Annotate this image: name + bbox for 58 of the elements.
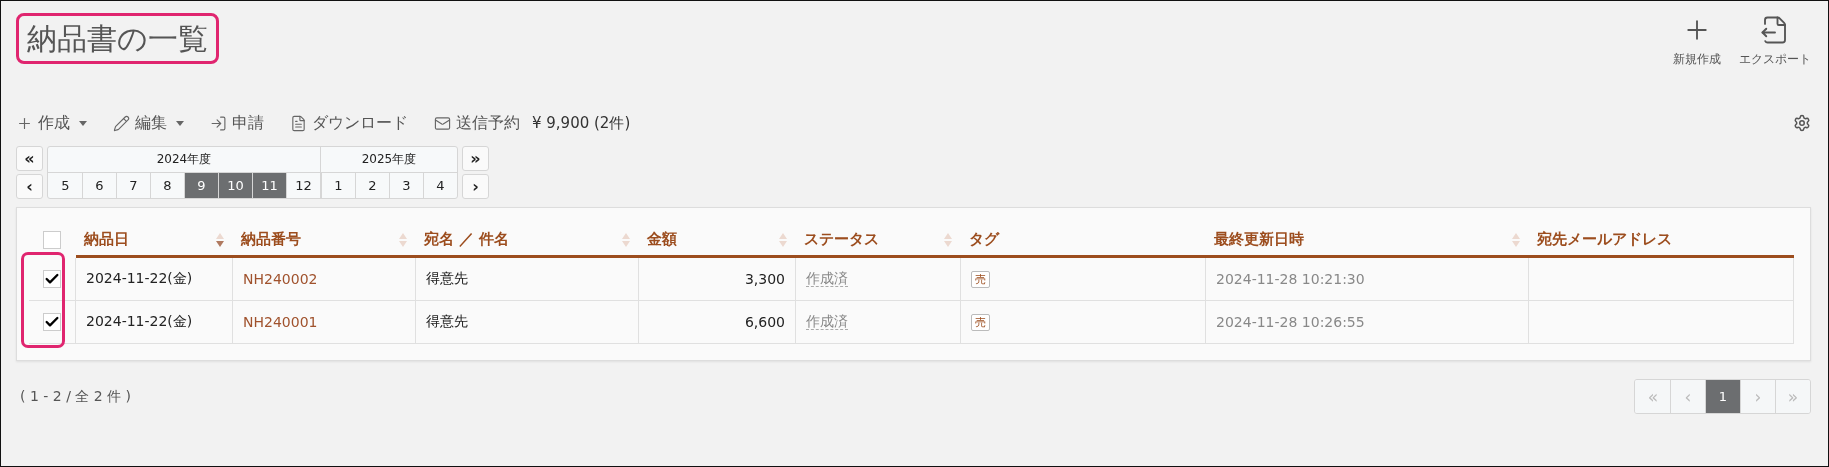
status-text: 作成済 [806, 270, 848, 287]
first-year-button[interactable]: « [16, 146, 43, 171]
page-button[interactable]: 1 [1705, 380, 1740, 413]
pencil-icon [113, 114, 130, 132]
next-month-button[interactable]: › [462, 174, 489, 199]
prev-month-button[interactable]: ‹ [16, 174, 43, 199]
table-cell: 2024-11-28 10:21:30 [1205, 256, 1529, 301]
table-cell: 6,600 [638, 300, 796, 344]
month-button[interactable]: 12 [286, 173, 320, 198]
column-header: 金額 [646, 230, 677, 249]
new-button[interactable]: 新規作成 [1673, 15, 1721, 68]
column-header: 納品日 [83, 230, 129, 249]
month-button[interactable]: 10 [218, 173, 252, 198]
last-year-button[interactable]: » [462, 146, 489, 171]
mail-icon [434, 114, 451, 132]
toolbar-button[interactable]: 申請 [210, 112, 264, 134]
page-title: 納品書の一覧 [16, 13, 219, 64]
table-cell: 得意先 [415, 300, 639, 344]
document-link[interactable]: NH240001 [232, 300, 416, 344]
year-label: 2025年度 [321, 147, 457, 173]
row-checkbox[interactable] [43, 270, 61, 288]
select-all-checkbox[interactable] [43, 230, 62, 249]
month-button[interactable]: 11 [252, 173, 286, 198]
table-cell: 3,300 [638, 256, 796, 301]
total-amount: ¥ 9,900 (2件) [532, 113, 631, 133]
record-count: ( 1 - 2 / 全 2 件 ) [19, 387, 131, 406]
table-cell: 2024-11-22(金) [75, 300, 233, 344]
status-text: 作成済 [806, 313, 848, 330]
toolbar-button[interactable]: 送信予約 [434, 112, 520, 134]
column-header: 宛先メールアドレス [1536, 230, 1672, 249]
month-button[interactable]: 7 [116, 173, 150, 198]
column-header: 宛名 ／ 件名 [423, 230, 509, 249]
column-header: ステータス [803, 230, 879, 249]
column-header: タグ [968, 230, 999, 249]
month-button[interactable]: 3 [389, 173, 423, 198]
tag-label: 売 [971, 271, 990, 288]
month-button[interactable]: 1 [321, 173, 355, 198]
table-cell: 得意先 [415, 256, 639, 301]
month-button[interactable]: 6 [82, 173, 116, 198]
document-link[interactable]: NH240002 [232, 256, 416, 301]
tag-label: 売 [971, 314, 990, 331]
month-button[interactable]: 4 [423, 173, 457, 198]
month-button[interactable]: 5 [48, 173, 82, 198]
toolbar-button[interactable]: 作成 [16, 112, 87, 134]
settings-icon[interactable] [1793, 114, 1811, 132]
month-button[interactable]: 2 [355, 173, 389, 198]
arrow-in-icon [210, 114, 227, 132]
column-header: 納品番号 [240, 230, 301, 249]
month-button[interactable]: 9 [184, 173, 218, 198]
table-cell: 2024-11-28 10:26:55 [1205, 300, 1529, 344]
table-cell: 2024-11-22(金) [75, 256, 233, 301]
toolbar-button[interactable]: 編集 [113, 112, 184, 134]
column-header: 最終更新日時 [1213, 230, 1304, 249]
row-checkbox[interactable] [43, 313, 61, 331]
sort-icon[interactable] [214, 231, 225, 248]
pdf-file-icon [290, 114, 307, 132]
toolbar-button[interactable]: ダウンロード [290, 112, 408, 134]
export-button[interactable]: エクスポート [1739, 15, 1811, 68]
